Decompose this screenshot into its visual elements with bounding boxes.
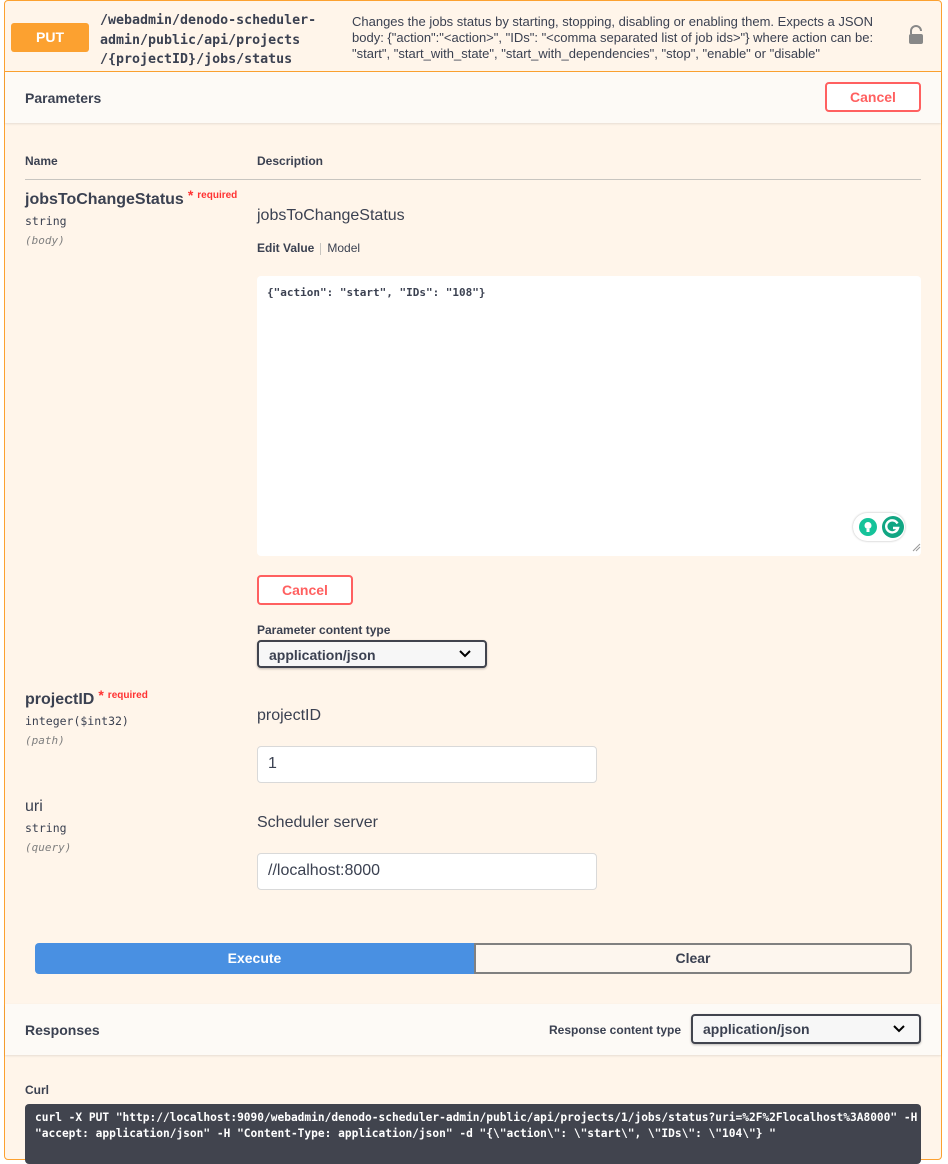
param-name-uri: uri	[25, 798, 43, 815]
param-type: string	[25, 821, 67, 835]
grammarly-widget[interactable]	[853, 513, 905, 541]
lock-icon[interactable]	[908, 25, 924, 45]
param-description: projectID	[257, 707, 322, 724]
curl-line: curl -X PUT "http://localhost:9090/webad…	[35, 1111, 918, 1124]
method-badge: PUT	[11, 23, 89, 52]
param-location: (path)	[25, 734, 65, 747]
curl-command[interactable]: curl -X PUT "http://localhost:9090/webad…	[25, 1104, 921, 1164]
endpoint-path-line: /webadmin/denodo-scheduler-	[100, 13, 317, 28]
param-type: string	[25, 214, 67, 228]
chevron-down-icon	[459, 650, 471, 658]
tab-model[interactable]: Model	[327, 241, 360, 255]
responses-title: Responses	[25, 1022, 100, 1038]
operation-block: PUT /webadmin/denodo-scheduler- admin/pu…	[4, 0, 942, 1164]
execute-button[interactable]: Execute	[35, 943, 474, 974]
body-value-textarea[interactable]: {"action": "start", "IDs": "108"}	[257, 276, 921, 556]
parameter-content-type-value: application/json	[269, 647, 376, 663]
curl-label: Curl	[25, 1083, 49, 1097]
curl-line: "accept: application/json" -H "Content-T…	[35, 1127, 776, 1140]
column-divider	[25, 179, 921, 180]
param-name-projectID: projectID * required	[25, 687, 148, 709]
chevron-down-icon	[893, 1025, 905, 1033]
column-header-description: Description	[257, 154, 324, 168]
grammarly-icon	[882, 516, 904, 538]
operation-summary[interactable]: PUT /webadmin/denodo-scheduler- admin/pu…	[5, 1, 941, 72]
parameters-title: Parameters	[25, 90, 102, 106]
response-content-type-select[interactable]: application/json	[691, 1014, 921, 1044]
endpoint-description: Changes the jobs status by starting, sto…	[352, 14, 892, 62]
tab-edit-value[interactable]: Edit Value	[257, 241, 314, 255]
response-content-type-value: application/json	[703, 1021, 810, 1037]
lightbulb-icon	[859, 518, 877, 536]
param-description: Scheduler server	[257, 814, 378, 831]
cancel-edit-button[interactable]: Cancel	[257, 575, 353, 605]
projectID-input[interactable]: 1	[257, 746, 597, 783]
param-name-text: projectID	[25, 691, 95, 708]
parameter-content-type-label: Parameter content type	[257, 623, 391, 637]
uri-input[interactable]: //localhost:8000	[257, 853, 597, 890]
param-name-jobsToChangeStatus: jobsToChangeStatus * required	[25, 187, 238, 209]
column-header-name: Name	[25, 154, 58, 168]
endpoint-path-line: /{projectID}/jobs/status	[100, 52, 293, 67]
clear-button[interactable]: Clear	[474, 943, 912, 974]
endpoint-path: /webadmin/denodo-scheduler- admin/public…	[100, 11, 346, 70]
param-name-text: jobsToChangeStatus	[25, 191, 184, 208]
param-location: (body)	[25, 234, 65, 247]
required-star: *	[98, 687, 104, 703]
endpoint-description-line: "start", "start_with_state", "start_with…	[352, 46, 821, 61]
endpoint-description-line: Changes the jobs status by starting, sto…	[352, 14, 874, 29]
cancel-try-button[interactable]: Cancel	[825, 82, 921, 112]
param-location: (query)	[25, 841, 72, 854]
parameter-content-type-select[interactable]: application/json	[257, 640, 487, 668]
required-star: *	[187, 187, 194, 203]
required-label: required	[107, 690, 148, 701]
body-tabs: Edit Value Model	[257, 241, 360, 255]
parameters-header: Parameters Cancel	[5, 72, 941, 123]
endpoint-path-line: admin/public/api/projects	[100, 32, 301, 48]
param-type: integer($int32)	[25, 714, 129, 728]
endpoint-description-line: body: {"action":"<action>", "IDs": "<com…	[352, 30, 874, 45]
param-description: jobsToChangeStatus	[257, 207, 405, 224]
tab-divider	[320, 242, 322, 255]
responses-header: Responses Response content type applicat…	[5, 1004, 941, 1055]
required-label: required	[197, 190, 238, 201]
response-content-type-label: Response content type	[549, 1023, 682, 1037]
resize-handle-icon[interactable]	[911, 542, 921, 552]
